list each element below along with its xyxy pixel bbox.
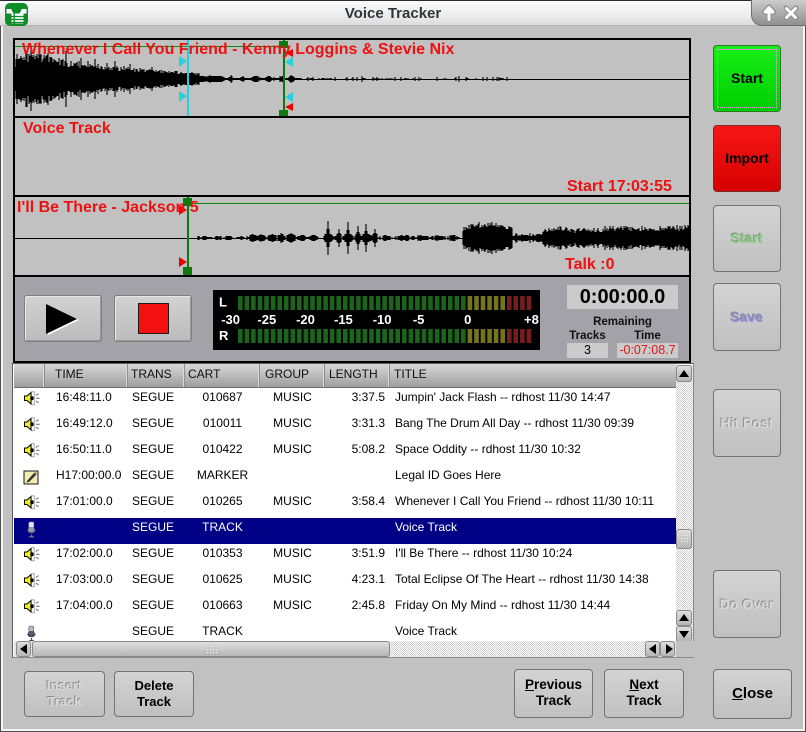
svg-text:+8: +8 [524,312,539,327]
svg-text:-15: -15 [334,312,353,327]
svg-text:L: L [219,295,227,310]
svg-text:-5: -5 [413,312,425,327]
svg-text:-20: -20 [296,312,315,327]
svg-text:-10: -10 [373,312,392,327]
svg-text:-25: -25 [257,312,276,327]
svg-text:R: R [219,328,229,343]
svg-text:-30: -30 [221,312,240,327]
svg-text:0: 0 [464,312,471,327]
